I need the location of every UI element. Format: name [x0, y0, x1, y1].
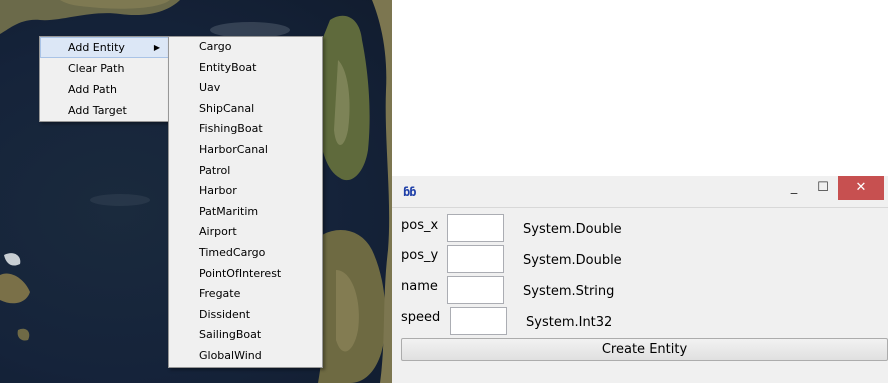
app-logo-icon: ɓɓ	[403, 185, 416, 199]
menu-item-label: Clear Path	[68, 62, 125, 75]
menu-item-add-path[interactable]: Add Path	[40, 79, 170, 100]
submenu-item-uav[interactable]: Uav	[169, 78, 322, 99]
submenu-item-airport[interactable]: Airport	[169, 222, 322, 243]
status-strip	[401, 362, 888, 381]
menu-item-label: Add Entity	[68, 41, 125, 54]
create-entity-button[interactable]: Create Entity	[401, 338, 888, 361]
speed-input[interactable]	[450, 307, 507, 335]
pos-y-type: System.Double	[523, 253, 622, 268]
submenu-item-fishingboat[interactable]: FishingBoat	[169, 119, 322, 140]
create-entity-window: ɓɓ _ ☐ ✕ pos_x System.Double pos_y Syste…	[392, 176, 888, 383]
submenu-item-cargo[interactable]: Cargo	[169, 37, 322, 58]
speed-label: speed	[401, 310, 441, 325]
name-input[interactable]	[447, 276, 504, 304]
map-context-menu: Add Entity ▶ Clear Path Add Path Add Tar…	[39, 36, 171, 122]
submenu-item-entityboat[interactable]: EntityBoat	[169, 58, 322, 79]
add-entity-submenu: Cargo EntityBoat Uav ShipCanal FishingBo…	[168, 36, 323, 368]
submenu-item-dissident[interactable]: Dissident	[169, 305, 322, 326]
minimize-button[interactable]: _	[781, 176, 807, 200]
menu-item-add-entity[interactable]: Add Entity ▶	[40, 37, 170, 58]
pos-y-label: pos_y	[401, 248, 439, 263]
submenu-item-timedcargo[interactable]: TimedCargo	[169, 243, 322, 264]
speed-type: System.Int32	[526, 315, 613, 330]
name-label: name	[401, 279, 438, 294]
menu-item-label: Add Target	[68, 104, 127, 117]
pos-y-input[interactable]	[447, 245, 504, 273]
name-type: System.String	[523, 284, 615, 299]
menu-item-label: Add Path	[68, 83, 117, 96]
submenu-item-globalwind[interactable]: GlobalWind	[169, 346, 322, 367]
submenu-item-shipcanal[interactable]: ShipCanal	[169, 99, 322, 120]
submenu-item-patrol[interactable]: Patrol	[169, 161, 322, 182]
pos-x-type: System.Double	[523, 222, 622, 237]
submenu-arrow-icon: ▶	[153, 43, 160, 52]
window-titlebar[interactable]: ɓɓ _ ☐ ✕	[392, 176, 888, 208]
menu-item-add-target[interactable]: Add Target	[40, 100, 170, 121]
submenu-item-harbor[interactable]: Harbor	[169, 181, 322, 202]
menu-item-clear-path[interactable]: Clear Path	[40, 58, 170, 79]
close-button[interactable]: ✕	[838, 176, 884, 200]
submenu-item-patmaritim[interactable]: PatMaritim	[169, 202, 322, 223]
submenu-item-sailingboat[interactable]: SailingBoat	[169, 325, 322, 346]
pos-x-label: pos_x	[401, 218, 439, 233]
submenu-item-harborcanal[interactable]: HarborCanal	[169, 140, 322, 161]
submenu-item-pointofinterest[interactable]: PointOfInterest	[169, 264, 322, 285]
pos-x-input[interactable]	[447, 214, 504, 242]
submenu-item-fregate[interactable]: Fregate	[169, 284, 322, 305]
maximize-button[interactable]: ☐	[810, 176, 836, 200]
